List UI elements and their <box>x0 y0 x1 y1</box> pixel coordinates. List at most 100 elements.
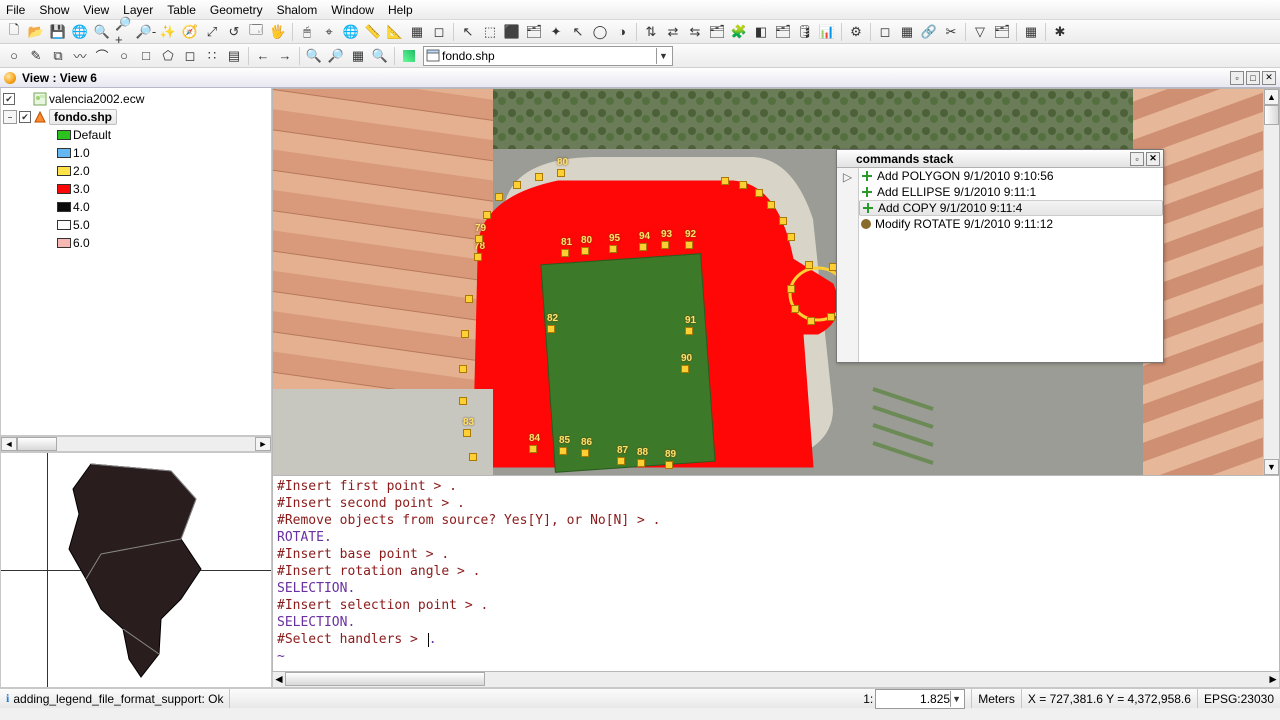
toolbar-button[interactable]: ✱ <box>1050 22 1070 42</box>
commands-stack-list[interactable]: Add POLYGON 9/1/2010 9:10:56Add ELLIPSE … <box>859 168 1163 362</box>
map-vertical-scrollbar[interactable]: ▲ ▼ <box>1263 89 1279 475</box>
edit-vertex-handle[interactable] <box>495 193 503 201</box>
edit-vertex-handle[interactable] <box>681 365 689 373</box>
toolbar-button[interactable]: ⧉ <box>48 46 68 66</box>
toolbar-button[interactable]: 🖱 <box>297 22 317 42</box>
edit-vertex-handle[interactable] <box>469 453 477 461</box>
layer-visible-checkbox[interactable]: ✔ <box>19 111 31 123</box>
toolbar-button[interactable]: ⚙ <box>846 22 866 42</box>
edit-vertex-handle[interactable] <box>767 201 775 209</box>
toolbar-button[interactable]: 🗂 <box>524 22 544 42</box>
toolbar-button[interactable]: ↖ <box>568 22 588 42</box>
edit-vertex-handle[interactable] <box>461 330 469 338</box>
toolbar-button[interactable]: ✨ <box>158 22 178 42</box>
toolbar-button[interactable]: ◻ <box>429 22 449 42</box>
toolbar-button[interactable]: 🔗 <box>919 22 939 42</box>
toolbar-button[interactable]: ⌖ <box>319 22 339 42</box>
toolbar-button[interactable]: 🌐 <box>341 22 361 42</box>
toolbar-button[interactable]: ✦ <box>546 22 566 42</box>
toolbar-button[interactable]: 📂 <box>26 22 46 42</box>
toolbar-button[interactable]: 🌐 <box>70 22 90 42</box>
map-canvas[interactable]: 78798081809594939282919083848586878889 c… <box>272 88 1280 476</box>
toolbar-button[interactable]: 🔍 <box>92 22 112 42</box>
edit-vertex-handle[interactable] <box>639 243 647 251</box>
toolbar-button[interactable]: ▤ <box>224 46 244 66</box>
toolbar-button[interactable]: 🗂 <box>992 22 1012 42</box>
view-close-button[interactable]: ✕ <box>1262 71 1276 85</box>
edit-vertex-handle[interactable] <box>463 429 471 437</box>
commands-stack-panel[interactable]: commands stack ▫ ✕ ▷ Add POLYGON 9/1/201… <box>836 149 1164 363</box>
menu-geometry[interactable]: Geometry <box>210 3 263 17</box>
menu-shalom[interactable]: Shalom <box>277 3 318 17</box>
edit-vertex-handle[interactable] <box>739 181 747 189</box>
toolbar-button[interactable]: → <box>275 46 295 66</box>
scroll-right-button[interactable]: ► <box>255 437 271 451</box>
toolbar-button[interactable]: ▦ <box>897 22 917 42</box>
view-detach-button[interactable]: ▫ <box>1230 71 1244 85</box>
edit-vertex-handle[interactable] <box>557 169 565 177</box>
scale-input[interactable] <box>878 691 950 707</box>
toolbar-button[interactable]: 🗔 <box>246 22 266 42</box>
toolbar-button[interactable]: ▦ <box>407 22 427 42</box>
toolbar-button[interactable]: 🗂 <box>773 22 793 42</box>
toolbar-button[interactable]: 🧩 <box>729 22 749 42</box>
edit-vertex-handle[interactable] <box>661 241 669 249</box>
toolbar-button[interactable]: ∷ <box>202 46 222 66</box>
combo-arrow-icon[interactable]: ▼ <box>656 48 670 64</box>
edit-vertex-handle[interactable] <box>559 447 567 455</box>
toolbar-button[interactable]: ◻ <box>875 22 895 42</box>
edit-vertex-handle[interactable] <box>787 285 795 293</box>
tree-collapse-button[interactable]: − <box>3 110 17 124</box>
commands-stack-item[interactable]: Add ELLIPSE 9/1/2010 9:11:1 <box>859 184 1163 200</box>
toc-layer-row[interactable]: − ✔ fondo.shp <box>3 108 269 126</box>
toolbar-button[interactable]: ← <box>253 46 273 66</box>
toolbar-button[interactable]: ⬛ <box>502 22 522 42</box>
combo-arrow-icon[interactable]: ▼ <box>950 691 962 707</box>
toolbar-button[interactable]: 🛢 <box>795 22 815 42</box>
edit-vertex-handle[interactable] <box>561 249 569 257</box>
toolbar-button[interactable]: ⤢ <box>202 22 222 42</box>
toolbar-button[interactable]: ⇄ <box>663 22 683 42</box>
edit-vertex-handle[interactable] <box>617 457 625 465</box>
menu-show[interactable]: Show <box>39 3 69 17</box>
edit-vertex-handle[interactable] <box>535 173 543 181</box>
commands-stack-item[interactable]: Add COPY 9/1/2010 9:11:4 <box>859 200 1163 216</box>
edit-vertex-handle[interactable] <box>685 327 693 335</box>
toolbar-button[interactable]: 🔍 <box>370 46 390 66</box>
scroll-right-button[interactable]: ► <box>1267 672 1279 687</box>
layer-tool-icon[interactable] <box>399 46 419 66</box>
edit-vertex-handle[interactable] <box>779 217 787 225</box>
edit-vertex-handle[interactable] <box>827 313 835 321</box>
edit-vertex-handle[interactable] <box>685 241 693 249</box>
edit-vertex-handle[interactable] <box>807 317 815 325</box>
toolbar-button[interactable]: ◑ <box>612 22 632 42</box>
toolbar-button[interactable]: 🗋 <box>4 22 24 42</box>
status-scale[interactable]: 1: ▼ <box>857 689 972 708</box>
toolbar-button[interactable]: ○ <box>114 46 134 66</box>
edit-vertex-handle[interactable] <box>459 365 467 373</box>
toolbar-button[interactable]: ↖ <box>458 22 478 42</box>
toolbar-button[interactable]: ⌒ <box>92 46 112 66</box>
scroll-down-button[interactable]: ▼ <box>1264 459 1279 475</box>
toolbar-button[interactable]: 🔎+ <box>114 22 134 42</box>
active-layer-combo[interactable]: ▼ <box>423 46 673 66</box>
toolbar-button[interactable]: ⬠ <box>158 46 178 66</box>
toolbar-button[interactable]: ✂ <box>941 22 961 42</box>
menu-view[interactable]: View <box>83 3 109 17</box>
toolbar-button[interactable]: 〰 <box>70 46 90 66</box>
layer-visible-checkbox[interactable]: ✔ <box>3 93 15 105</box>
toolbar-button[interactable]: ⬚ <box>480 22 500 42</box>
toolbar-button[interactable]: 🔍 <box>304 46 324 66</box>
edit-vertex-handle[interactable] <box>755 189 763 197</box>
toolbar-button[interactable]: 💾 <box>48 22 68 42</box>
toolbar-button[interactable]: 🖐 <box>268 22 288 42</box>
toolbar-button[interactable]: ⇆ <box>685 22 705 42</box>
edit-vertex-handle[interactable] <box>483 211 491 219</box>
view-maximize-button[interactable]: □ <box>1246 71 1260 85</box>
console-horizontal-scrollbar[interactable]: ◄ ► <box>272 672 1280 688</box>
edit-vertex-handle[interactable] <box>721 177 729 185</box>
toolbar-button[interactable]: 📐 <box>385 22 405 42</box>
command-console[interactable]: #Insert first point > .#Insert second po… <box>272 476 1280 672</box>
scroll-left-button[interactable]: ◄ <box>1 437 17 451</box>
panel-close-button[interactable]: ✕ <box>1146 152 1160 166</box>
